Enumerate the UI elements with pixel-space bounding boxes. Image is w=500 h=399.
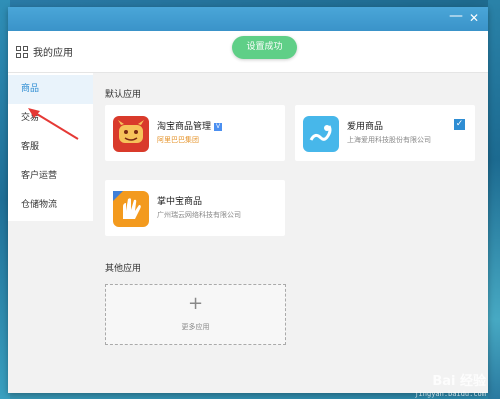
sidebar-item-warehouse-logistics[interactable]: 仓储物流: [8, 191, 93, 220]
sidebar-item-customer-operation[interactable]: 客户运营: [8, 162, 93, 191]
more-apps-button[interactable]: + 更多应用: [105, 284, 286, 345]
plus-icon: +: [188, 293, 204, 314]
red-arrow-annotation: [28, 108, 79, 140]
other-apps-title: 其他应用: [105, 264, 142, 274]
success-toast: 设置成功: [232, 36, 297, 59]
app-card-taobao[interactable]: 淘宝商品管理 V 阿里巴巴集团: [105, 105, 285, 161]
zhangzhongbao-app-icon: [113, 191, 149, 227]
minimize-icon[interactable]: —: [448, 9, 464, 26]
close-icon[interactable]: ✕: [466, 10, 482, 26]
verified-icon: V: [214, 122, 223, 131]
more-apps-label: 更多应用: [181, 323, 210, 331]
app-checkbox[interactable]: ✓: [454, 119, 465, 130]
aiyong-app-icon: [303, 116, 339, 152]
app-card-aiyong[interactable]: 爱用商品 上海爱用科技股份有限公司 ✓: [295, 105, 475, 161]
content-area: 默认应用 淘宝商品管理 V 阿里巴巴集团 爱用商品 上海爱用科技股份有限公司 ✓…: [93, 73, 488, 393]
sidebar-item-goods[interactable]: 商品: [8, 75, 93, 104]
default-apps-title: 默认应用: [105, 90, 142, 100]
desktop-background-right: [488, 0, 500, 399]
baidu-watermark: Bai 经验: [432, 374, 486, 389]
app-name: 掌中宝商品: [157, 197, 203, 207]
taobao-app-icon: [113, 116, 149, 152]
app-name: 淘宝商品管理 V: [157, 122, 223, 132]
app-grid-icon: [16, 46, 28, 58]
app-name: 爱用商品: [347, 122, 384, 132]
title-bar: — ✕: [8, 7, 488, 31]
app-company: 广州瑞云网络科技有限公司: [157, 211, 241, 219]
app-card-zhangzhongbao[interactable]: 掌中宝商品 广州瑞云网络科技有限公司: [105, 180, 285, 236]
app-company: 阿里巴巴集团: [157, 136, 199, 144]
app-window: — ✕ 我的应用 设置成功 商品 交易 客服 客户运营 仓储物流 默认应用 淘宝…: [8, 7, 488, 393]
page-title: 我的应用: [33, 48, 73, 59]
header: 我的应用 设置成功: [8, 31, 488, 73]
baidu-watermark-url: jingyan.baidu.com: [414, 390, 486, 398]
app-company: 上海爱用科技股份有限公司: [347, 136, 431, 144]
sidebar: 商品 交易 客服 客户运营 仓储物流: [8, 73, 93, 221]
